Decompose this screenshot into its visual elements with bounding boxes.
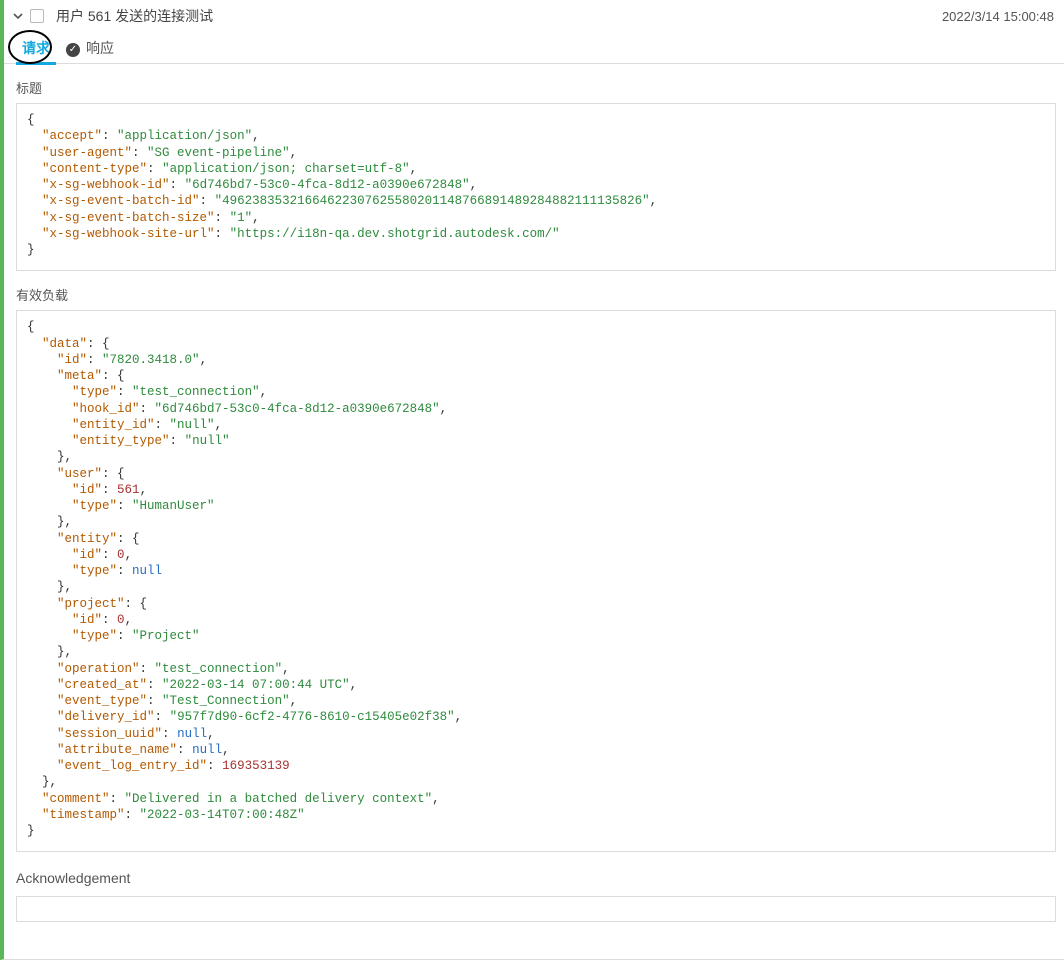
section-payload: 有效负载 { "data": { "id": "7820.3418.0", "m… [4,271,1064,852]
tab-request[interactable]: 请求 [14,32,58,64]
headers-json: { "accept": "application/json", "user-ag… [27,112,1045,258]
payload-json: { "data": { "id": "7820.3418.0", "meta":… [27,319,1045,839]
select-checkbox[interactable] [30,9,44,23]
payload-json-card: { "data": { "id": "7820.3418.0", "meta":… [16,310,1056,852]
panel-title: 用户 561 发送的连接测试 [56,6,213,26]
section-ack-label: Acknowledgement [16,852,1056,896]
section-headers-label: 标题 [16,64,1056,103]
tab-bar: 请求 响应 [4,32,1064,64]
panel-timestamp: 2022/3/14 15:00:48 [942,9,1054,24]
tab-response[interactable]: 响应 [58,32,122,64]
tab-response-label: 响应 [86,40,114,56]
collapse-chevron-icon[interactable] [12,10,24,22]
ack-box [16,896,1056,922]
delivery-panel: 用户 561 发送的连接测试 2022/3/14 15:00:48 请求 响应 … [0,0,1064,960]
check-icon [66,43,80,57]
section-payload-label: 有效负载 [16,271,1056,310]
headers-json-card: { "accept": "application/json", "user-ag… [16,103,1056,271]
panel-header: 用户 561 发送的连接测试 2022/3/14 15:00:48 [4,0,1064,32]
tab-request-label: 请求 [22,40,50,56]
section-ack: Acknowledgement [4,852,1064,922]
section-headers: 标题 { "accept": "application/json", "user… [4,64,1064,271]
